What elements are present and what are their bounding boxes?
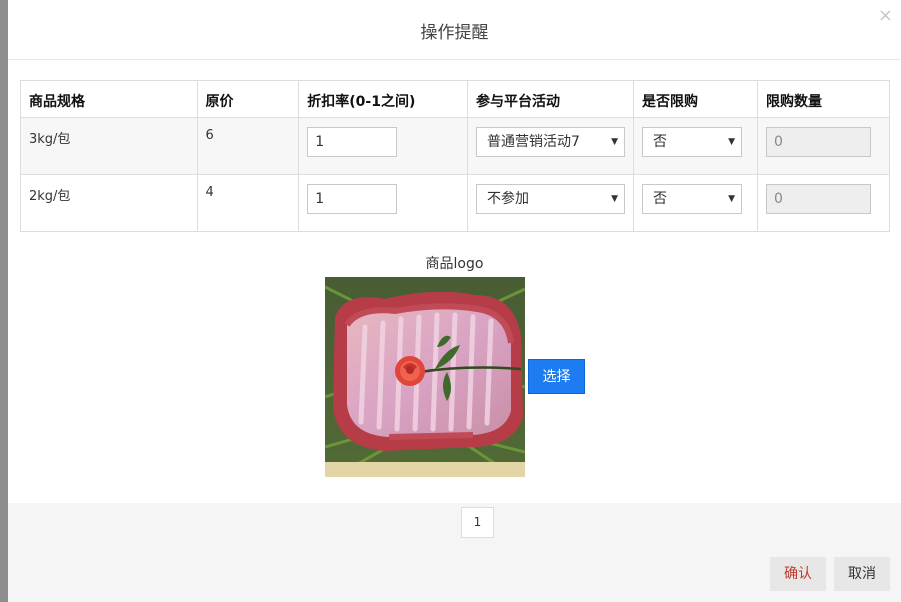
header-limit: 是否限购	[633, 80, 758, 118]
background-page	[0, 0, 8, 602]
cell-limit: 否 ▼	[633, 174, 758, 232]
pagination-page-button[interactable]: 1	[461, 507, 494, 538]
cell-activity: 普通营销活动7 ▼	[467, 117, 635, 175]
limit-select-value: 否	[653, 191, 668, 207]
confirm-button[interactable]: 确认	[770, 557, 826, 591]
choose-logo-button[interactable]: 选择	[528, 359, 585, 394]
caret-down-icon: ▼	[728, 137, 736, 147]
header-spec: 商品规格	[20, 80, 198, 118]
limit-qty-input: 0	[766, 184, 871, 214]
caret-down-icon: ▼	[728, 194, 736, 204]
caret-down-icon: ▼	[611, 137, 619, 147]
discount-input[interactable]: 1	[307, 184, 398, 214]
cell-limit-qty: 0	[757, 174, 890, 232]
activity-select[interactable]: 普通营销活动7 ▼	[476, 127, 626, 157]
cell-price: 6	[196, 117, 300, 175]
limit-select-value: 否	[653, 134, 668, 150]
table-row: 3kg/包 6 1 普通营销活动7 ▼ 否 ▼ 0	[20, 117, 890, 175]
lamb-ribs-picture	[325, 277, 525, 477]
dialog-body: 商品规格 原价 折扣率(0-1之间) 参与平台活动 是否限购 限购数量 3kg/…	[8, 60, 901, 503]
cell-discount: 1	[298, 117, 469, 175]
limit-select[interactable]: 否 ▼	[642, 184, 743, 214]
cell-activity: 不参加 ▼	[467, 174, 635, 232]
discount-input[interactable]: 1	[307, 127, 398, 157]
cancel-button[interactable]: 取消	[834, 557, 890, 591]
header-price: 原价	[196, 80, 300, 118]
logo-label: 商品logo	[425, 256, 484, 272]
cell-price: 4	[196, 174, 300, 232]
dialog-header: 操作提醒 ×	[8, 0, 901, 60]
table-header-row: 商品规格 原价 折扣率(0-1之间) 参与平台活动 是否限购 限购数量	[20, 80, 890, 118]
table-row: 2kg/包 4 1 不参加 ▼ 否 ▼ 0	[20, 174, 890, 232]
operation-dialog: 操作提醒 × 商品规格 原价 折扣率(0-1之间) 参与平台活动 是否限购 限购	[8, 0, 901, 602]
activity-select-value: 不参加	[487, 191, 530, 207]
header-activity: 参与平台活动	[467, 80, 635, 118]
header-limit-qty: 限购数量	[757, 80, 890, 118]
cell-discount: 1	[298, 174, 469, 232]
product-logo-image	[325, 277, 525, 477]
dialog-title: 操作提醒	[420, 23, 489, 43]
limit-qty-input: 0	[766, 127, 871, 157]
activity-select[interactable]: 不参加 ▼	[476, 184, 626, 214]
activity-select-value: 普通营销活动7	[487, 134, 580, 150]
cell-spec: 3kg/包	[20, 117, 198, 175]
spec-table: 商品规格 原价 折扣率(0-1之间) 参与平台活动 是否限购 限购数量 3kg/…	[20, 80, 890, 232]
cell-limit: 否 ▼	[633, 117, 758, 175]
caret-down-icon: ▼	[611, 194, 619, 204]
dialog-footer: 1 确认 取消	[8, 503, 901, 602]
close-icon[interactable]: ×	[878, 6, 893, 26]
cell-spec: 2kg/包	[20, 174, 198, 232]
cell-limit-qty: 0	[757, 117, 890, 175]
header-discount: 折扣率(0-1之间)	[298, 80, 469, 118]
limit-select[interactable]: 否 ▼	[642, 127, 743, 157]
